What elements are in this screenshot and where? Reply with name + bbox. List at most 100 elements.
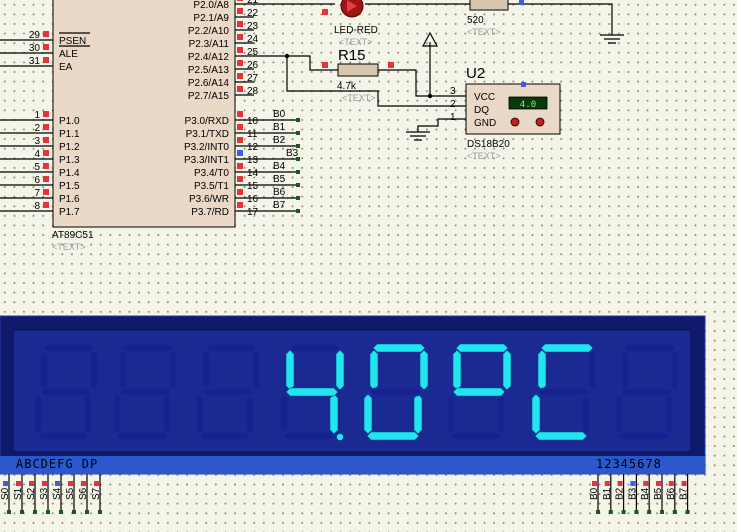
mcu-pin-number: 16 <box>247 194 259 205</box>
resistor-520-body[interactable] <box>469 0 509 11</box>
mcu-pin-label: P2.6/A14 <box>188 78 230 89</box>
net-terminal <box>660 510 664 514</box>
mcu-pin-number: 3 <box>34 136 40 147</box>
segment-a <box>455 343 509 353</box>
resistor-r15-body[interactable] <box>337 63 379 77</box>
sensor-pin-1-num: 1 <box>450 112 456 123</box>
net-label: S5 <box>65 487 76 500</box>
segment-b <box>587 349 597 391</box>
mcu-pin-number: 29 <box>29 30 41 41</box>
segment-e <box>279 393 289 435</box>
net-terminal <box>46 510 50 514</box>
net-terminal <box>296 209 300 213</box>
mcu-pin-number: 11 <box>247 129 258 140</box>
display-digit-pins: B0 B1 B2 B3 B4 B5 B6 B7 <box>589 474 690 514</box>
segment-c <box>664 393 674 435</box>
mcu-chip[interactable]: AT89C51 <TEXT> 29 PSEN 30 ALE 31 EA 1 P1.0 2 P1.1… <box>0 0 300 252</box>
pin-marker <box>43 44 49 50</box>
mcu-pin-number: 26 <box>247 60 259 71</box>
net-label: B0 <box>273 109 286 120</box>
mcu-pin-number: 21 <box>247 0 259 6</box>
sensor-decrement-button[interactable] <box>510 117 520 127</box>
segment-g <box>369 387 423 397</box>
ds18b20-sensor[interactable]: U2 VCC DQ GND 3 2 1 4.0 DS18B20 <TEXT> <box>406 65 561 161</box>
net-terminal <box>608 510 613 514</box>
segment-a <box>121 343 175 353</box>
led-red[interactable]: LED-RED <TEXT> <box>254 0 378 47</box>
seven-segment-display[interactable]: ABCDEFG DP 12345678 S0 S1 S2 S3 S4 S5 S6 S7 B0 B… <box>0 315 706 514</box>
segment-g <box>285 387 339 397</box>
segment-c <box>496 393 506 435</box>
segment-c <box>83 393 93 435</box>
pin-marker <box>237 163 243 169</box>
segment-b <box>335 349 345 391</box>
mcu-pin-number: 31 <box>29 56 41 67</box>
sensor-ref: U2 <box>466 65 485 82</box>
sensor-pin-gnd-label: GND <box>474 118 496 129</box>
wire-sensor-gnd <box>417 118 446 132</box>
sensor-name: DS18B20 <box>467 139 510 150</box>
sensor-pin-vcc-label: VCC <box>474 92 495 103</box>
mcu-pin-number: 27 <box>247 73 259 84</box>
mcu-pin-number: 22 <box>247 8 259 19</box>
mcu-pin-label: P3.7/RD <box>191 207 229 218</box>
segment-g <box>620 387 674 397</box>
mcu-pin-number: 8 <box>34 201 40 212</box>
pin-marker <box>592 481 597 486</box>
pin-marker <box>237 150 243 156</box>
decimal-point <box>336 433 344 441</box>
mcu-pin-label: P3.5/T1 <box>194 181 229 192</box>
mcu-pin-label: P3.1/TXD <box>186 129 229 140</box>
resistor-520[interactable]: 520 <TEXT> <box>365 0 624 44</box>
net-label: B7 <box>273 200 286 211</box>
segment-c <box>245 393 255 435</box>
net-label: B5 <box>653 487 664 500</box>
segment-g <box>537 387 591 397</box>
mcu-pin-number: 24 <box>247 34 259 45</box>
mcu-pin-label: P3.4/T0 <box>194 168 229 179</box>
mcu-name: AT89C51 <box>52 230 94 241</box>
pin-marker <box>237 60 243 66</box>
net-label: S0 <box>0 487 11 500</box>
resistor-520-value: 520 <box>467 15 484 26</box>
net-label: S1 <box>13 487 24 500</box>
pin-marker <box>237 47 243 53</box>
segment-c <box>162 393 172 435</box>
mcu-pin-label: P2.4/A12 <box>188 52 230 63</box>
mcu-port3-pins: 10 P3.0/RXD B0 11 P3.1/TXD B1 12 P3.2/INT0 B2 13 P… <box>184 109 300 218</box>
pin-marker <box>16 481 21 486</box>
pin-marker <box>43 189 49 195</box>
pin-marker <box>68 481 73 486</box>
net-label: B7 <box>679 487 690 500</box>
net-label: S7 <box>91 487 102 500</box>
pin-marker <box>43 31 49 37</box>
pin-marker <box>656 481 661 486</box>
mcu-pin-label: PSEN <box>59 36 86 47</box>
schematic-canvas[interactable]: AT89C51 <TEXT> 29PSEN30ALE31EA1P1.02P1.1… <box>0 0 737 532</box>
segment-c <box>413 393 423 435</box>
pin-marker <box>29 481 34 486</box>
net-terminal <box>296 196 300 200</box>
segment-e <box>112 393 122 435</box>
mcu-pin-label: P2.1/A9 <box>193 13 229 24</box>
mcu-pin-label: P1.3 <box>59 155 80 166</box>
segment-label: ABCDEFG DP <box>16 457 98 471</box>
segment-g <box>118 387 172 397</box>
digit-label: 12345678 <box>596 457 662 471</box>
mcu-pin-number: 15 <box>247 181 259 192</box>
sensor-increment-button[interactable] <box>535 117 545 127</box>
net-terminal <box>59 510 63 514</box>
segment-a <box>372 343 426 353</box>
segment-c <box>329 393 339 435</box>
mcu-pin-label: P1.4 <box>59 168 80 179</box>
pin-marker <box>237 176 243 182</box>
pin-marker <box>43 163 49 169</box>
mcu-pin-label: P1.6 <box>59 194 80 205</box>
pin-marker <box>668 481 674 486</box>
pin-marker <box>617 481 623 486</box>
led-pin-marker <box>322 9 328 15</box>
resistor-520-placeholder: <TEXT> <box>467 27 501 37</box>
pin-marker <box>43 124 49 130</box>
segment-a <box>288 343 342 353</box>
segment-a <box>204 343 258 353</box>
